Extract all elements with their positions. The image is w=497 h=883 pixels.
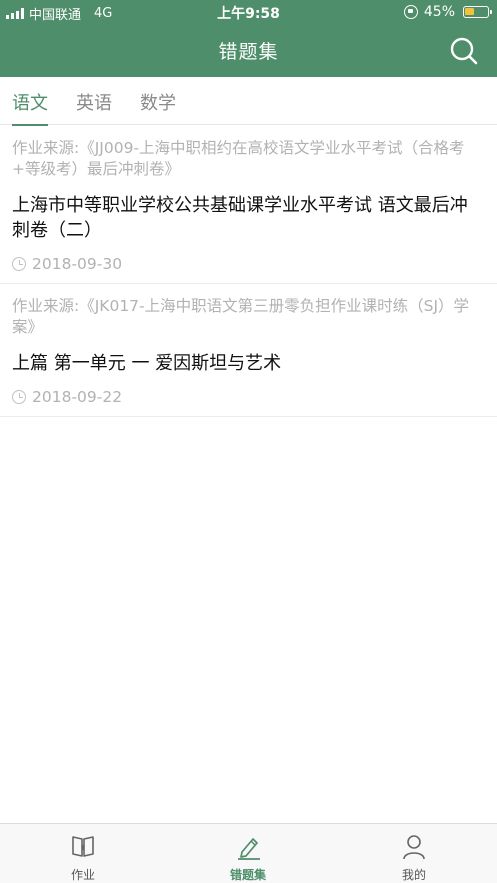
nav-me-label: 我的: [401, 868, 426, 882]
nav-wrong-questions-label: 错题集: [229, 868, 266, 882]
status-bar: 中国联通 4G 上午9:58 45%: [0, 0, 497, 26]
page-title: 错题集: [218, 41, 279, 63]
item-date: 2018-09-22: [32, 388, 123, 406]
item-source: 作业来源:《JJ009-上海中职相约在高校语文学业水平考试（合格考+等级考）最后…: [12, 139, 465, 178]
tab-math[interactable]: 数学: [140, 89, 176, 125]
nav-homework[interactable]: 作业: [23, 824, 143, 883]
subject-tabs: 语文 英语 数学: [0, 77, 497, 126]
bottom-tab-bar: 作业 错题集 我的: [0, 823, 497, 883]
person-icon: [403, 835, 425, 860]
book-icon: [72, 836, 94, 857]
nav-me[interactable]: 我的: [354, 824, 474, 883]
tab-chinese[interactable]: 语文: [12, 89, 48, 126]
clock-icon: [12, 257, 26, 271]
list-item[interactable]: 作业来源:《JK017-上海中职语文第三册零负担作业课时练（SJ）学案》 上篇 …: [0, 284, 497, 417]
battery-percent: 45%: [423, 4, 455, 20]
item-date: 2018-09-30: [32, 255, 123, 273]
nav-wrong-questions[interactable]: 错题集: [188, 824, 308, 883]
item-title: 上篇 第一单元 一 爱因斯坦与艺术: [12, 353, 282, 374]
search-button[interactable]: [449, 36, 479, 66]
nav-homework-label: 作业: [70, 868, 95, 882]
search-icon: [450, 37, 478, 65]
top-bar: 中国联通 4G 上午9:58 45% 错题集: [0, 0, 497, 77]
pencil-icon: [238, 838, 260, 860]
list-item[interactable]: 作业来源:《JJ009-上海中职相约在高校语文学业水平考试（合格考+等级考）最后…: [0, 126, 497, 284]
clock-icon: [12, 390, 26, 404]
wrong-question-list: 作业来源:《JJ009-上海中职相约在高校语文学业水平考试（合格考+等级考）最后…: [0, 126, 497, 417]
item-title: 上海市中等职业学校公共基础课学业水平考试 语文最后冲刺卷（二）: [12, 195, 468, 241]
tab-english[interactable]: 英语: [76, 89, 112, 125]
battery-icon: [463, 6, 492, 18]
item-source: 作业来源:《JK017-上海中职语文第三册零负担作业课时练（SJ）学案》: [12, 297, 470, 336]
orientation-lock-icon: [403, 5, 418, 19]
